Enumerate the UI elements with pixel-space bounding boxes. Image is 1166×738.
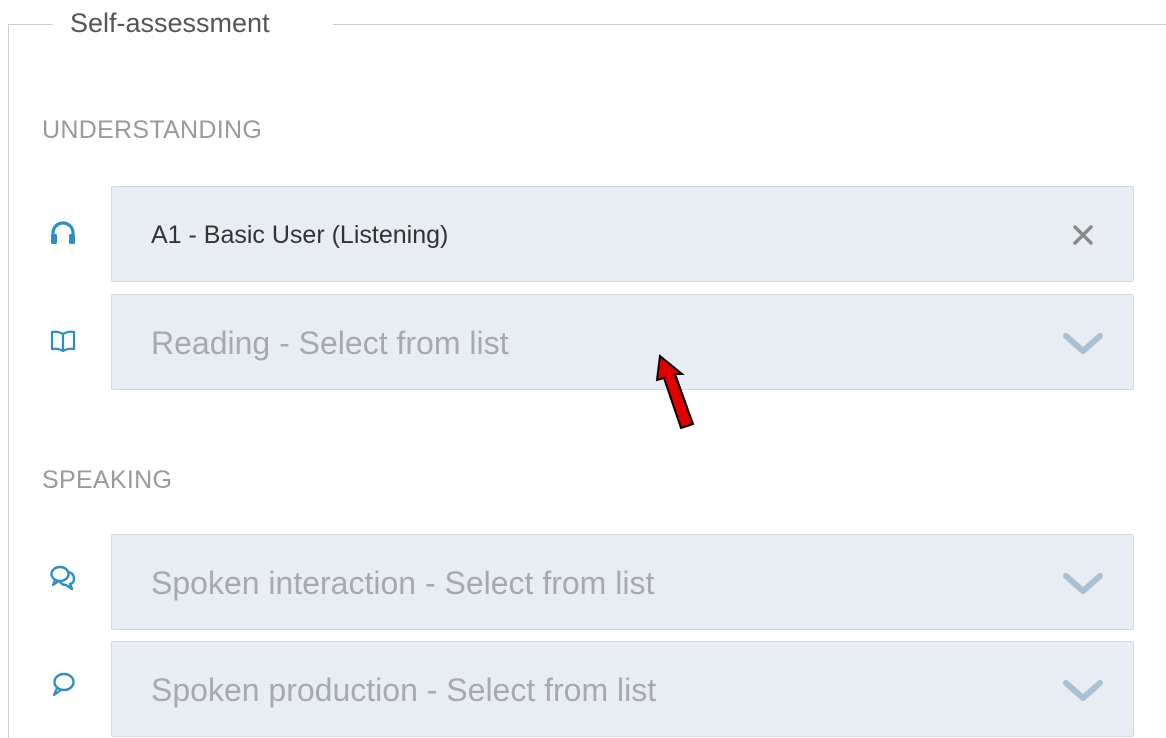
chevron-down-icon[interactable] xyxy=(1061,563,1105,603)
self-assessment-page: Self-assessment UNDERSTANDING A1 - Basic… xyxy=(0,0,1166,738)
chevron-down-icon[interactable] xyxy=(1061,670,1105,710)
spoken-interaction-select[interactable]: Spoken interaction - Select from list xyxy=(111,534,1134,630)
speaking-heading: SPEAKING xyxy=(42,466,173,494)
understanding-heading: UNDERSTANDING xyxy=(42,116,263,144)
spoken-production-placeholder: Spoken production - Select from list xyxy=(151,672,657,708)
chevron-down-icon[interactable] xyxy=(1061,323,1105,363)
annotation-arrow-icon xyxy=(648,352,704,432)
open-book-icon xyxy=(48,326,78,356)
fieldset-border-top-left xyxy=(8,24,53,25)
fieldset-border-top-right xyxy=(333,24,1166,25)
spoken-production-select[interactable]: Spoken production - Select from list xyxy=(111,641,1134,737)
speech-bubble-icon xyxy=(48,670,78,700)
clear-x-icon[interactable] xyxy=(1061,215,1105,255)
headphones-icon xyxy=(48,218,78,248)
spoken-interaction-placeholder: Spoken interaction - Select from list xyxy=(151,565,655,601)
listening-select[interactable]: A1 - Basic User (Listening) xyxy=(111,186,1134,282)
chat-bubbles-icon xyxy=(48,563,78,593)
fieldset-border-left xyxy=(8,24,9,738)
reading-select[interactable]: Reading - Select from list xyxy=(111,294,1134,390)
reading-placeholder: Reading - Select from list xyxy=(151,325,509,361)
fieldset-legend: Self-assessment xyxy=(70,8,270,38)
listening-selected-value: A1 - Basic User (Listening) xyxy=(151,221,449,249)
